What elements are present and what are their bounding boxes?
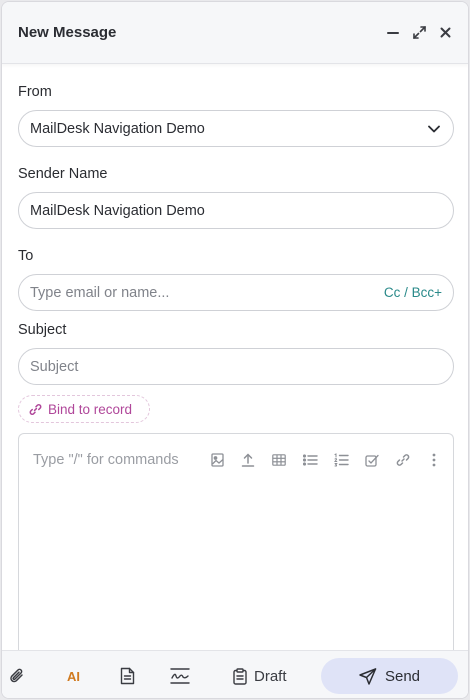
close-icon[interactable] (438, 26, 452, 40)
checklist-icon[interactable] (364, 452, 380, 468)
attachment-icon[interactable] (6, 665, 28, 687)
upload-icon[interactable] (240, 452, 256, 468)
subject-input[interactable] (30, 358, 442, 375)
compose-title: New Message (18, 24, 117, 41)
send-button[interactable]: Send (321, 658, 458, 694)
chevron-down-icon (428, 122, 442, 136)
draft-label: Draft (254, 667, 287, 685)
compose-footer: AI Draft Send (2, 650, 468, 698)
cc-bcc-toggle[interactable]: Cc / Bcc+ (384, 285, 442, 300)
bullet-list-icon[interactable] (302, 452, 318, 468)
link-icon (29, 403, 42, 416)
send-icon (359, 667, 377, 685)
numbered-list-icon[interactable] (333, 452, 349, 468)
ai-label: AI (67, 669, 80, 683)
bind-to-record-label: Bind to record (48, 401, 133, 417)
send-label: Send (384, 667, 421, 685)
save-draft-button[interactable]: Draft (233, 663, 287, 689)
to-field[interactable]: Cc / Bcc+ (18, 274, 454, 311)
sender-name-field[interactable] (18, 192, 454, 229)
from-value: MailDesk Navigation Demo (30, 120, 205, 137)
more-options-icon[interactable] (426, 452, 442, 468)
compose-header: New Message (2, 2, 468, 64)
sender-name-label: Sender Name (18, 166, 108, 182)
ai-assistant-icon[interactable]: AI (65, 665, 87, 687)
editor-toolbar (209, 452, 442, 468)
bind-to-record-button[interactable]: Bind to record (18, 395, 150, 423)
expand-icon[interactable] (412, 26, 426, 40)
compose-window: New Message From MailDesk Navigation Dem… (1, 1, 469, 699)
minimize-icon[interactable] (386, 26, 400, 40)
message-editor[interactable]: Type "/" for commands (18, 433, 454, 663)
sender-name-input[interactable] (30, 202, 442, 219)
editor-placeholder: Type "/" for commands (33, 452, 179, 468)
subject-field[interactable] (18, 348, 454, 385)
to-label: To (18, 248, 34, 264)
table-icon[interactable] (271, 452, 287, 468)
image-icon[interactable] (209, 452, 225, 468)
template-icon[interactable] (116, 665, 138, 687)
window-controls (386, 26, 452, 40)
signature-icon[interactable] (169, 665, 191, 687)
from-label: From (18, 84, 52, 100)
clipboard-icon (233, 667, 247, 685)
from-select[interactable]: MailDesk Navigation Demo (18, 110, 454, 147)
link-icon[interactable] (395, 452, 411, 468)
to-input[interactable] (30, 284, 384, 301)
subject-label: Subject (18, 322, 67, 338)
